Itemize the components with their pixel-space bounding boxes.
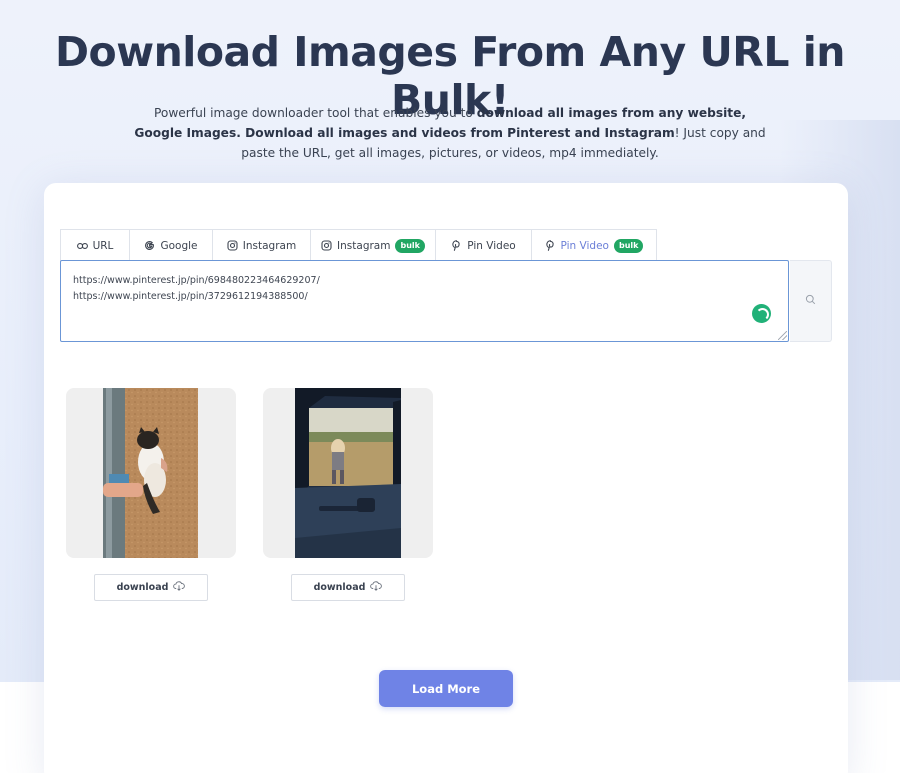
- person-in-field-from-car-photo: [295, 388, 401, 558]
- subtitle-text: Powerful image downloader tool that enab…: [153, 106, 477, 120]
- cat-held-against-wall-photo: [103, 388, 198, 558]
- tab-label: Pin Video: [467, 239, 516, 252]
- tab-instagram-bulk[interactable]: Instagram bulk: [311, 230, 436, 261]
- bulk-badge: bulk: [613, 238, 644, 253]
- tab-url[interactable]: URL: [61, 230, 130, 261]
- tab-label: Instagram: [242, 239, 297, 252]
- search-button[interactable]: [790, 260, 832, 342]
- tab-label: URL: [92, 239, 114, 252]
- link-icon: [76, 240, 88, 251]
- pinterest-icon: [451, 240, 462, 251]
- tab-instagram[interactable]: Instagram: [213, 230, 311, 261]
- bulk-badge: bulk: [395, 238, 425, 253]
- search-icon: [805, 292, 816, 310]
- tab-google[interactable]: Google: [130, 230, 213, 261]
- result-thumbnail[interactable]: [263, 388, 433, 558]
- tab-pin-video-bulk[interactable]: Pin Video bulk: [532, 230, 656, 261]
- download-label: download: [313, 582, 366, 593]
- page-subtitle: Powerful image downloader tool that enab…: [128, 103, 772, 163]
- url-input[interactable]: [60, 260, 789, 342]
- download-button[interactable]: download: [291, 574, 405, 601]
- cloud-download-icon: [370, 581, 383, 594]
- tab-label: Google: [160, 239, 198, 252]
- download-label: download: [116, 582, 169, 593]
- source-tabs: URL Google Instagram Instagram bulk Pin …: [60, 229, 657, 261]
- result-thumbnail[interactable]: [66, 388, 236, 558]
- resize-handle-icon[interactable]: [778, 331, 787, 340]
- download-button[interactable]: download: [94, 574, 208, 601]
- cloud-download-icon: [173, 581, 186, 594]
- instagram-icon: [321, 240, 332, 251]
- tab-label: Pin Video: [560, 239, 609, 252]
- instagram-icon: [227, 240, 238, 251]
- google-icon: [144, 240, 155, 251]
- loading-spinner-icon: [752, 304, 771, 323]
- tab-pin-video[interactable]: Pin Video: [436, 230, 532, 261]
- load-more-button[interactable]: Load More: [379, 670, 513, 707]
- tab-label: Instagram: [337, 239, 391, 252]
- pinterest-icon: [545, 240, 556, 251]
